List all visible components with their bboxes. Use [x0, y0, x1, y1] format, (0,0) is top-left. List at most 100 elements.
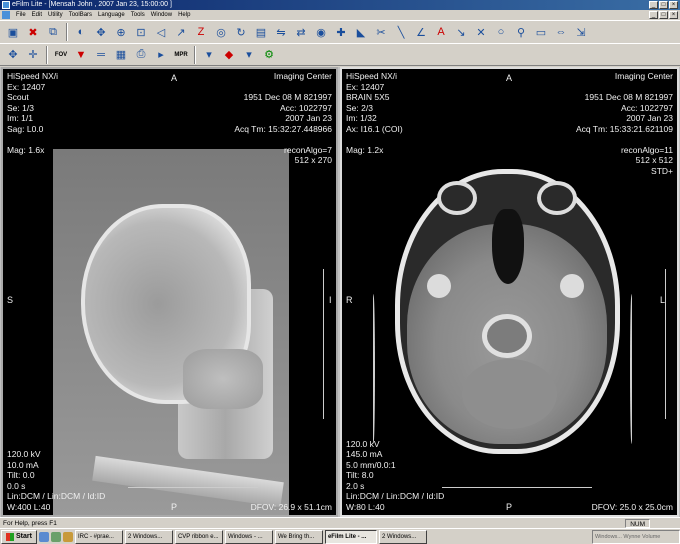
scout-info-top-left: HiSpeed NX/i Ex: 12407 Scout Se: 1/3 Im:… [7, 71, 58, 155]
scout-recon-algo: reconAlgo=7 [284, 144, 332, 155]
quicklaunch-ie-icon[interactable] [38, 531, 49, 542]
open-icon[interactable]: ▣ [4, 23, 22, 41]
start-button[interactable]: Start [1, 529, 37, 544]
minimize-button[interactable]: _ [649, 1, 658, 9]
axial-acq-time: Acq Tm: 15:33:21.621109 [575, 123, 673, 134]
settings-icon[interactable]: ⚙ [260, 46, 278, 64]
taskbar-item-irc[interactable]: IRC - #prae... [74, 529, 123, 544]
close-study-icon[interactable]: ✖ [24, 23, 42, 41]
menu-utility[interactable]: Utility [45, 10, 66, 20]
mpr-button[interactable]: MPR [172, 46, 190, 64]
axial-image-number: Im: 1/32 [346, 113, 377, 123]
arrow-icon[interactable]: ↘ [452, 23, 470, 41]
3d-icon[interactable]: ◆ [220, 46, 238, 64]
quicklaunch-desktop-icon[interactable] [50, 531, 61, 542]
app-icon [2, 1, 10, 9]
taskbar-item-windows-2[interactable]: Windows - ... [224, 529, 273, 544]
axial-kernel: STD+ [651, 165, 673, 176]
taskbar-item-efilm[interactable]: eFilm Lite - ... [324, 529, 377, 544]
next-icon[interactable]: ▸ [152, 46, 170, 64]
taskbar-item-cvp[interactable]: CVP ribbon e... [174, 529, 223, 544]
menu-edit[interactable]: Edit [29, 10, 45, 20]
axial-brainstem [482, 314, 532, 358]
invert-icon[interactable]: ▤ [252, 23, 270, 41]
scout-ma: 10.0 mA [7, 459, 39, 470]
axial-orient-left: R [346, 295, 353, 305]
mdi-minimize-button[interactable]: _ [649, 11, 658, 19]
system-tray[interactable]: Windows... Wynne Volume [592, 529, 680, 544]
grid-icon[interactable]: ▦ [112, 46, 130, 64]
window-level-icon[interactable]: ◐ [72, 23, 90, 41]
circle-icon[interactable]: ○ [492, 23, 510, 41]
scout-info-bottom-right: DFOV: 26.9 x 51.1cm [251, 502, 332, 513]
export-icon[interactable]: ⇲ [572, 23, 590, 41]
fov-button[interactable]: FOV [52, 46, 70, 64]
axial-lut: Lin:DCM / Lin:DCM / Id:ID [346, 491, 445, 501]
taskbar-item-windows-3[interactable]: 2 Windows... [378, 529, 427, 544]
line-icon[interactable]: ╲ [392, 23, 410, 41]
document-icon[interactable] [2, 11, 10, 19]
move-icon[interactable]: ✥ [4, 46, 22, 64]
taskbar-item-windows-1[interactable]: 2 Windows... [124, 529, 173, 544]
flip-horizontal-icon[interactable]: ⇔ [552, 23, 570, 41]
zoom-icon[interactable]: ⊕ [112, 23, 130, 41]
dropdown-icon[interactable]: ▾ [200, 46, 218, 64]
scout-patient-info: 1951 Dec 08 M 821997 [243, 92, 332, 102]
annotate-icon[interactable]: Z [192, 23, 210, 41]
mdi-restore-button[interactable]: □ [659, 11, 668, 19]
pan-icon[interactable]: ✥ [92, 23, 110, 41]
menu-help[interactable]: Help [175, 10, 193, 20]
angle-icon[interactable]: ∠ [412, 23, 430, 41]
menu-bar: File Edit Utility ToolBars Language Tool… [0, 10, 680, 20]
efilm-window: eFilm Lite - [Mensah John , 2007 Jan 23,… [0, 0, 680, 544]
axial-ear-right [372, 294, 375, 444]
scissors-icon[interactable]: ✂ [372, 23, 390, 41]
quicklaunch-app-icon[interactable] [62, 531, 73, 542]
toolbar-separator [46, 45, 48, 64]
save-icon[interactable]: ▼ [72, 46, 90, 64]
viewport-axial[interactable]: HiSpeed NX/i Ex: 12407 BRAIN 5X5 Se: 2/3… [340, 67, 679, 517]
eye-icon[interactable]: ◉ [312, 23, 330, 41]
dropdown-icon-2[interactable]: ▾ [240, 46, 258, 64]
print-icon[interactable]: ⎙ [132, 46, 150, 64]
menu-toolbars[interactable]: ToolBars [66, 10, 95, 20]
slider-icon[interactable]: ═ [92, 46, 110, 64]
flip-icon[interactable]: ⇋ [272, 23, 290, 41]
ellipse-roi-icon[interactable]: ◎ [212, 23, 230, 41]
window-title: eFilm Lite - [Mensah John , 2007 Jan 23,… [12, 1, 172, 8]
ruler-icon[interactable]: ▭ [532, 23, 550, 41]
secondary-toolbar: ✥ ✛ FOV ▼ ═ ▦ ⎙ ▸ MPR ▾ ◆ ▾ ⚙ [0, 43, 680, 66]
horizontal-scale [128, 487, 258, 488]
menu-language[interactable]: Language [95, 10, 128, 20]
scout-orient-left: S [7, 295, 14, 305]
rotate-icon[interactable]: ↻ [232, 23, 250, 41]
arrow-left-icon[interactable]: ◁ [152, 23, 170, 41]
measure-icon[interactable]: ↗ [172, 23, 190, 41]
axial-institution: Imaging Center [614, 71, 673, 81]
axial-ear-left [630, 294, 633, 444]
viewport-scout[interactable]: HiSpeed NX/i Ex: 12407 Scout Se: 1/3 Im:… [1, 67, 338, 517]
triangle-icon[interactable]: ◣ [352, 23, 370, 41]
close-button[interactable]: × [669, 1, 678, 9]
sync-icon[interactable]: ⇄ [292, 23, 310, 41]
axial-date: 2007 Jan 23 [626, 113, 673, 123]
scout-exam: Ex: 12407 [7, 81, 46, 92]
crosshair-icon[interactable]: ✛ [24, 46, 42, 64]
menu-file[interactable]: File [13, 10, 29, 20]
taskbar-item-webring[interactable]: We Bring th... [274, 529, 323, 544]
menu-window[interactable]: Window [148, 10, 175, 20]
scout-matrix: 512 x 270 [294, 155, 332, 165]
crosshair-icon[interactable]: ✚ [332, 23, 350, 41]
magnify-icon[interactable]: ⚲ [512, 23, 530, 41]
scout-series-desc: Scout [7, 92, 29, 102]
mdi-close-button[interactable]: × [669, 11, 678, 19]
layout-icon[interactable]: ⧉ [44, 23, 62, 41]
status-bar: For Help, press F1 NUM [0, 517, 680, 528]
menu-tools[interactable]: Tools [128, 10, 148, 20]
axial-magnification: Mag: 1.2x [346, 144, 384, 155]
axial-dfov: DFOV: 25.0 x 25.0cm [591, 501, 673, 512]
text-icon[interactable]: A [432, 23, 450, 41]
cine-icon[interactable]: ⊡ [132, 23, 150, 41]
maximize-button[interactable]: □ [659, 1, 668, 9]
delete-annotation-icon[interactable]: ✕ [472, 23, 490, 41]
